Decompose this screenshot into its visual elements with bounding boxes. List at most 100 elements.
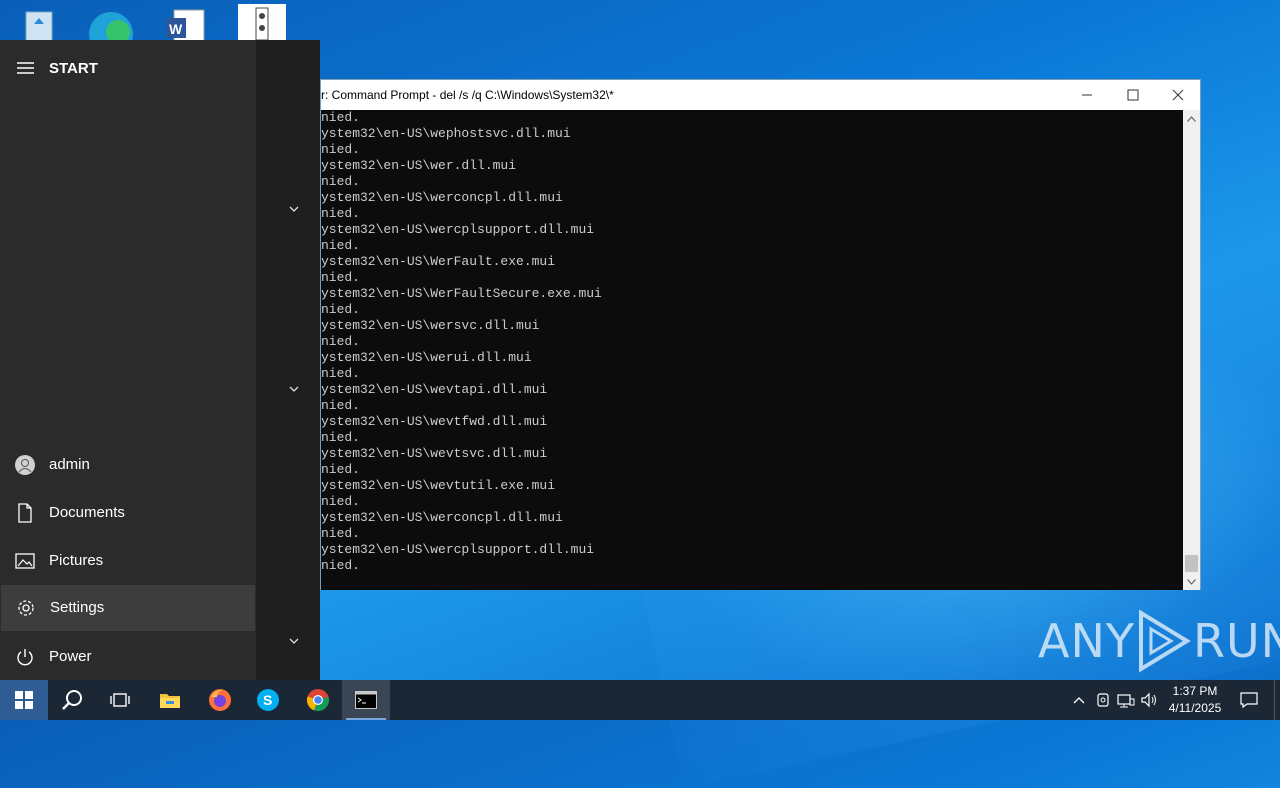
file-explorer-button[interactable]: [146, 680, 194, 720]
console-line: nied.: [321, 142, 361, 157]
windows-start-icon: [15, 691, 33, 709]
show-desktop-button[interactable]: [1274, 680, 1275, 720]
chrome-button[interactable]: [294, 680, 342, 720]
console-line: ystem32\en-US\WerFault.exe.mui: [321, 254, 556, 269]
volume-icon: [1141, 692, 1156, 708]
start-item-label: Settings: [50, 599, 105, 616]
console-line: ystem32\en-US\wersvc.dll.mui: [321, 318, 540, 333]
console-line: nied.: [321, 430, 361, 445]
scroll-up-icon[interactable]: [1183, 110, 1200, 127]
console-line: nied.: [321, 110, 361, 125]
start-item-power[interactable]: Power: [0, 634, 256, 680]
start-item-settings[interactable]: Settings: [1, 585, 255, 631]
skype-icon: S: [257, 689, 279, 711]
program-icon[interactable]: [238, 4, 286, 44]
chevron-down-icon[interactable]: [287, 204, 301, 214]
anyrun-watermark: ANY RUN: [1038, 606, 1280, 676]
chevron-down-icon[interactable]: [287, 384, 301, 394]
network-icon: [1117, 694, 1135, 708]
cmd-titlebar[interactable]: r: Command Prompt - del /s /q C:\Windows…: [321, 80, 1200, 110]
recycle-bin-icon[interactable]: [14, 4, 64, 44]
start-item-admin[interactable]: admin: [0, 442, 256, 488]
search-button[interactable]: [48, 680, 96, 720]
cmd-title: r: Command Prompt - del /s /q C:\Windows…: [321, 88, 614, 102]
console-line: nied.: [321, 174, 361, 189]
power-icon: [17, 649, 33, 666]
hamburger-menu-icon[interactable]: [17, 62, 34, 74]
clock-date: 4/11/2025: [1168, 701, 1222, 715]
start-menu[interactable]: START admin Documents Pictures Settings …: [0, 40, 320, 680]
console-line: ystem32\en-US\wer.dll.mui: [321, 158, 517, 173]
taskbar-clock[interactable]: 1:37 PM 4/11/2025: [1162, 683, 1228, 717]
maximize-button[interactable]: [1110, 80, 1156, 110]
gear-icon: [18, 600, 34, 616]
command-prompt-taskbar-button[interactable]: [342, 680, 390, 720]
console-line: ystem32\en-US\werui.dll.mui: [321, 350, 532, 365]
console-line: ystem32\en-US\werconcpl.dll.mui: [321, 190, 563, 205]
minimize-button[interactable]: [1064, 80, 1110, 110]
chevron-down-icon[interactable]: [287, 636, 301, 646]
console-line: nied.: [321, 558, 361, 573]
start-item-label: Power: [49, 648, 92, 665]
scroll-down-icon[interactable]: [1183, 573, 1200, 590]
close-button[interactable]: [1155, 80, 1201, 110]
start-item-label: Pictures: [49, 552, 104, 569]
firefox-button[interactable]: [196, 680, 244, 720]
console-line: nied.: [321, 494, 361, 509]
watermark-left: ANY: [1038, 614, 1135, 668]
task-view-button[interactable]: [96, 680, 144, 720]
command-prompt-icon: [355, 691, 377, 709]
svg-text:S: S: [263, 692, 272, 708]
chrome-icon: [306, 689, 329, 712]
start-button[interactable]: [0, 680, 48, 720]
console-output: nied. ystem32\en-US\wephostsvc.dll.mui nie…: [321, 110, 602, 574]
device-tray-button[interactable]: [1094, 690, 1112, 710]
start-item-pictures[interactable]: Pictures: [0, 538, 256, 584]
start-header[interactable]: START: [0, 54, 256, 82]
search-icon: [62, 690, 82, 710]
edge-icon[interactable]: [86, 4, 136, 56]
console-line: nied.: [321, 302, 361, 317]
action-center-button[interactable]: [1234, 680, 1264, 720]
task-view-icon: [110, 693, 130, 707]
console-line: nied.: [321, 366, 361, 381]
console-line: nied.: [321, 270, 361, 285]
vertical-scrollbar[interactable]: [1183, 110, 1200, 590]
console-line: nied.: [321, 462, 361, 477]
console-line: nied.: [321, 206, 361, 221]
command-prompt-window[interactable]: r: Command Prompt - del /s /q C:\Windows…: [320, 79, 1201, 590]
console-line: ystem32\en-US\werconcpl.dll.mui: [321, 510, 563, 525]
network-tray-button[interactable]: [1117, 690, 1135, 710]
play-logo-icon: [1138, 609, 1191, 673]
start-item-documents[interactable]: Documents: [0, 490, 256, 536]
console-line: ystem32\en-US\wevtutil.exe.mui: [321, 478, 556, 493]
console-line: nied.: [321, 526, 361, 541]
volume-tray-button[interactable]: [1141, 690, 1159, 710]
device-icon: [1097, 693, 1109, 707]
console-line: ystem32\en-US\WerFaultSecure.exe.mui: [321, 286, 602, 301]
start-title: START: [49, 60, 98, 77]
firefox-icon: [209, 689, 231, 711]
watermark-right: RUN: [1192, 614, 1280, 668]
clock-time: 1:37 PM: [1172, 684, 1218, 698]
cmd-console[interactable]: nied. ystem32\en-US\wephostsvc.dll.mui nie…: [321, 110, 1185, 590]
svg-text:W: W: [169, 21, 183, 37]
user-icon: [15, 455, 35, 475]
console-line: nied.: [321, 334, 361, 349]
word-document-icon[interactable]: W: [160, 4, 210, 45]
console-line: ystem32\en-US\wevtsvc.dll.mui: [321, 446, 548, 461]
console-line: ystem32\en-US\wevtapi.dll.mui: [321, 382, 548, 397]
pictures-icon: [15, 553, 35, 569]
notification-icon: [1240, 692, 1258, 708]
start-item-label: Documents: [49, 504, 125, 521]
console-line: ystem32\en-US\wevtfwd.dll.mui: [321, 414, 548, 429]
show-hidden-icons-button[interactable]: [1070, 690, 1088, 710]
file-explorer-icon: [160, 694, 180, 708]
chevron-up-icon: [1073, 697, 1085, 704]
document-icon: [18, 503, 32, 523]
skype-button[interactable]: S: [244, 680, 292, 720]
console-line: nied.: [321, 238, 361, 253]
taskbar: S 1:37 PM 4/11/2025: [0, 680, 1280, 720]
scroll-thumb[interactable]: [1185, 555, 1198, 572]
console-line: ystem32\en-US\wephostsvc.dll.mui: [321, 126, 571, 141]
